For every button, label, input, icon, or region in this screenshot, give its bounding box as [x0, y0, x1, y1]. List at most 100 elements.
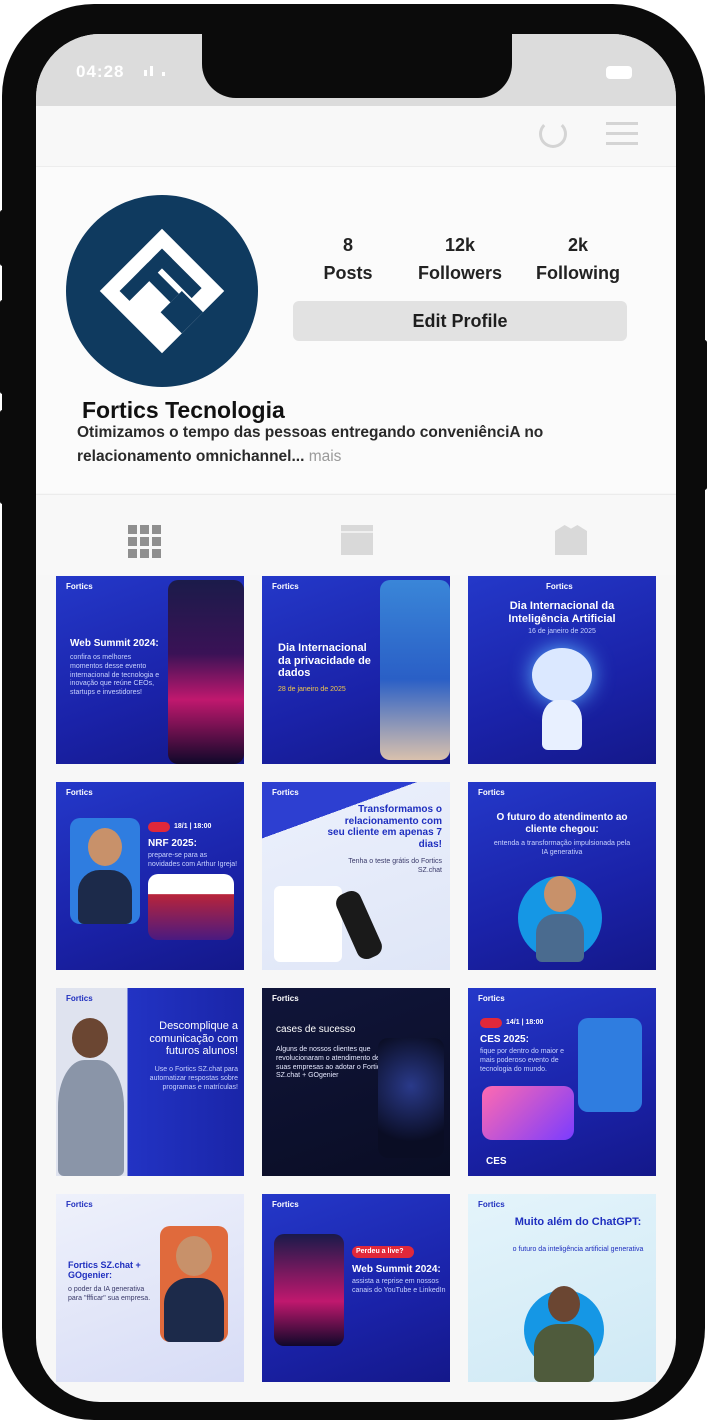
stat-posts[interactable]: 8 Posts	[308, 231, 388, 287]
post-subtitle: o futuro da inteligência artificial gene…	[512, 1246, 644, 1253]
post-brand: Fortics	[478, 1200, 505, 1209]
profile-tabs	[36, 494, 676, 575]
post-brand: Fortics	[66, 788, 93, 797]
post-subtitle: fique por dentro do maior e mais poderos…	[480, 1048, 565, 1073]
fortics-logo	[99, 228, 225, 354]
battery-icon	[606, 66, 632, 79]
speaker-body	[78, 870, 132, 924]
live-badge	[480, 1018, 502, 1028]
post-title: Muito além do ChatGPT:	[514, 1216, 642, 1228]
post-title: CES 2025:	[480, 1034, 529, 1045]
stat-posts-value: 8	[342, 235, 353, 255]
live-badge	[148, 822, 170, 832]
post-subtitle: o poder da IA generativa para "ffficar" …	[68, 1286, 151, 1302]
status-bar: 04:28	[36, 34, 676, 106]
stat-posts-label: Posts	[323, 263, 373, 283]
speaker-head	[88, 828, 122, 866]
profile-name: Fortics Tecnologia	[82, 397, 285, 423]
app-list-card	[274, 886, 342, 962]
signal-icon	[144, 66, 165, 76]
post-brand: Fortics	[272, 788, 299, 797]
post-tile[interactable]: Fortics 14/1 | 18:00 CES 2025: fique por…	[468, 988, 656, 1176]
post-title: Dia Internacional da Inteligência Artifi…	[508, 600, 616, 625]
ces-footer: CES	[486, 1156, 507, 1167]
post-tile[interactable]: Fortics Fortics SZ.chat + GOgenier: o po…	[56, 1194, 244, 1382]
stat-followers-value: 12k	[444, 235, 476, 255]
post-subtitle: assista a reprise em nossos canais do Yo…	[352, 1278, 446, 1294]
speaker-body	[164, 1278, 224, 1342]
grid-icon[interactable]	[128, 525, 161, 558]
post-subtitle: prepare-se para as novidades com Arthur …	[148, 852, 238, 868]
post-title: Descomplique a comunicação com futuros a…	[149, 1020, 238, 1058]
stat-followers-label: Followers	[417, 263, 502, 283]
stat-following-value: 2k	[567, 235, 589, 255]
post-title: cases de sucesso	[276, 1024, 356, 1035]
edit-profile-button[interactable]: Edit Profile	[293, 301, 627, 341]
post-tile[interactable]: Fortics Descomplique a comunicação com f…	[56, 988, 244, 1176]
student-head	[72, 1018, 108, 1058]
post-badge: 14/1 | 18:00	[506, 1019, 544, 1026]
man-head	[548, 1286, 580, 1322]
post-tile[interactable]: Fortics Transformamos o relacionamento c…	[262, 782, 450, 970]
post-tile[interactable]: Fortics 18/1 | 18:00 NRF 2025: prepare-s…	[56, 782, 244, 970]
post-brand: Fortics	[478, 994, 505, 1003]
nrf-banner	[148, 874, 234, 940]
camera-notch	[202, 34, 512, 98]
post-brand: Fortics	[546, 582, 573, 591]
post-title: Fortics SZ.chat + GOgenier:	[68, 1260, 141, 1281]
bio-more-link[interactable]: mais	[309, 448, 342, 465]
post-brand: Fortics	[66, 1200, 93, 1209]
speaker-photo	[578, 1018, 642, 1112]
post-title: O futuro do atendimento ao cliente chego…	[496, 812, 628, 835]
profile-bio: Otimizamos o tempo das pessoas entregand…	[77, 421, 597, 469]
feed-icon[interactable]	[341, 525, 373, 555]
event-photo	[274, 1234, 344, 1346]
post-title: NRF 2025:	[148, 838, 197, 849]
robot-head	[532, 648, 592, 702]
post-title: Transformamos o relacionamento com seu c…	[327, 804, 442, 850]
post-brand: Fortics	[272, 582, 299, 591]
post-subtitle: entenda a transformação impulsionada pel…	[493, 840, 631, 856]
phone-hand-photo	[380, 580, 450, 760]
post-tile[interactable]: Fortics Dia Internacional da Inteligênci…	[468, 576, 656, 764]
post-subtitle: Tenha o teste grátis do Fortics SZ.chat	[348, 858, 442, 874]
tagged-icon[interactable]	[555, 525, 587, 555]
agent-head	[544, 876, 576, 912]
post-brand: Fortics	[66, 582, 93, 591]
stat-following[interactable]: 2k Following	[528, 231, 628, 287]
post-title: Web Summit 2024:	[352, 1264, 441, 1275]
robot-photo	[378, 1038, 444, 1158]
status-time: 04:28	[76, 62, 125, 81]
profile-header: 8 Posts 12k Followers 2k Following Edit …	[36, 167, 676, 493]
post-title: Web Summit 2024:	[70, 638, 159, 649]
menu-icon[interactable]	[606, 122, 638, 152]
agent-body	[536, 914, 584, 962]
post-subtitle: 28 de janeiro de 2025	[278, 686, 346, 693]
post-title: Dia Internacional da privacidade de dado…	[278, 642, 371, 680]
post-tile[interactable]: Fortics Perdeu a live? Web Summit 2024: …	[262, 1194, 450, 1382]
stat-followers[interactable]: 12k Followers	[410, 231, 510, 287]
post-brand: Fortics	[478, 788, 505, 797]
post-subtitle: Use o Fortics SZ.chat para automatizar r…	[149, 1066, 238, 1091]
speaker-head	[176, 1236, 212, 1276]
post-tile[interactable]: Fortics Muito além do ChatGPT: o futuro …	[468, 1194, 656, 1382]
post-tile[interactable]: Fortics Web Summit 2024: confira os melh…	[56, 576, 244, 764]
top-navbar	[36, 106, 676, 167]
post-brand: Fortics	[272, 1200, 299, 1209]
phone-frame: 04:28 8 Posts 12k Followers 2k Following…	[2, 4, 705, 1420]
post-tile[interactable]: Fortics Dia Internacional da privacidade…	[262, 576, 450, 764]
post-subtitle: Alguns de nossos clientes que revolucion…	[276, 1046, 384, 1080]
stat-following-label: Following	[536, 263, 620, 283]
refresh-icon[interactable]	[539, 120, 567, 148]
post-brand: Fortics	[66, 994, 93, 1003]
post-tile[interactable]: Fortics O futuro do atendimento ao clien…	[468, 782, 656, 970]
student-body	[58, 1060, 124, 1176]
post-badge: 18/1 | 18:00	[174, 823, 212, 830]
man-body	[534, 1324, 594, 1382]
post-brand: Fortics	[272, 994, 299, 1003]
post-badge: Perdeu a live?	[356, 1248, 404, 1255]
avatar[interactable]	[66, 195, 258, 387]
post-tile[interactable]: Fortics cases de sucesso Alguns de nosso…	[262, 988, 450, 1176]
post-subtitle: 16 de janeiro de 2025	[528, 628, 596, 635]
phone-screen: 04:28 8 Posts 12k Followers 2k Following…	[36, 34, 676, 1402]
